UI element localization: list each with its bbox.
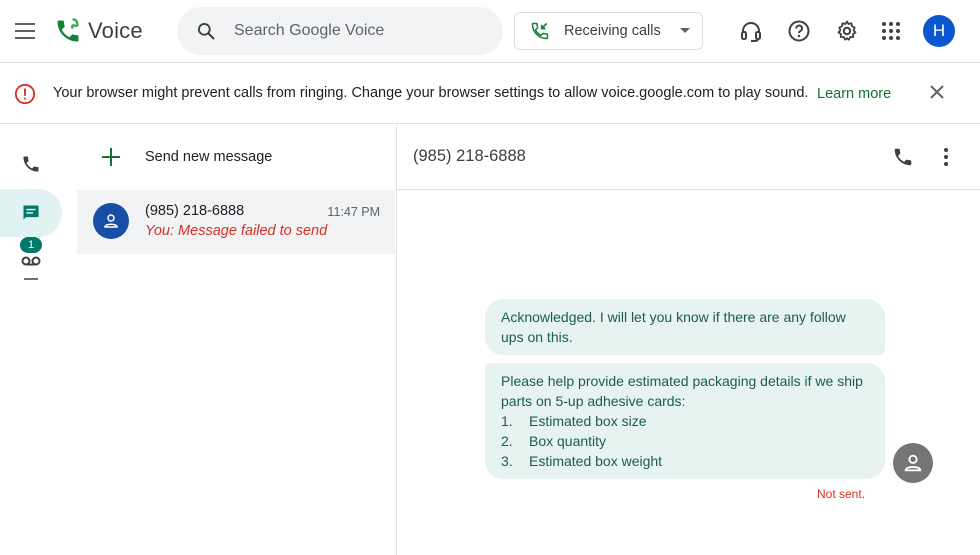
headset-icon [741, 22, 761, 42]
error-icon [14, 83, 36, 105]
list-text: Estimated box weight [529, 453, 663, 469]
settings-button[interactable] [832, 16, 862, 46]
search-bar[interactable] [177, 7, 503, 55]
list-number: 2. [501, 433, 513, 449]
voicemail-icon [21, 256, 41, 280]
receiving-calls-label: Receiving calls [564, 23, 661, 39]
main-menu-button[interactable] [8, 13, 44, 49]
account-avatar[interactable]: H [923, 15, 955, 47]
message-list-item: 2. Box quantity [501, 431, 869, 451]
incoming-call-icon [530, 21, 550, 41]
list-text: Estimated box size [529, 413, 647, 429]
more-vert-icon [944, 148, 948, 166]
message-bubble[interactable]: Please help provide estimated packaging … [485, 363, 885, 479]
dropdown-caret-icon [680, 28, 690, 33]
list-text: Box quantity [529, 433, 607, 449]
phone-icon [894, 148, 912, 166]
message-list: 1. Estimated box size 2. Box quantity 3. Es… [501, 411, 869, 471]
message-bubble[interactable]: Acknowledged. I will let you know if the… [485, 299, 885, 355]
browser-warning-banner: Your browser might prevent calls from ri… [0, 64, 980, 124]
conversation-time: 11:47 PM [327, 205, 380, 219]
contact-avatar [93, 203, 129, 239]
thread-header: (985) 218-6888 [397, 125, 980, 190]
support-button[interactable] [736, 16, 766, 46]
list-number: 1. [501, 413, 513, 429]
search-icon[interactable] [194, 19, 218, 43]
voice-logo-icon [57, 18, 79, 42]
close-banner-button[interactable] [925, 80, 949, 104]
app-name: Voice [88, 18, 143, 43]
apps-grid-icon [882, 22, 900, 40]
gear-icon [837, 20, 857, 41]
message-list-item: 1. Estimated box size [501, 411, 869, 431]
send-new-message-button[interactable]: Send new message [96, 140, 272, 174]
voice-logo[interactable]: Voice [54, 17, 143, 45]
message-list-item: 3. Estimated box weight [501, 451, 869, 471]
conversation-name: (985) 218-6888 [145, 203, 245, 219]
close-icon [930, 85, 944, 99]
learn-more-link[interactable]: Learn more [817, 86, 891, 102]
nav-calls[interactable] [0, 140, 62, 188]
more-options-button[interactable] [936, 143, 956, 171]
apps-button[interactable] [876, 16, 906, 46]
message-status: Not sent. [817, 487, 866, 501]
banner-message: Your browser might prevent calls from ri… [53, 85, 809, 101]
message-text: Acknowledged. I will let you know if the… [501, 309, 846, 345]
message-text: Please help provide estimated packaging … [501, 373, 863, 409]
plus-icon [96, 142, 126, 172]
search-input[interactable] [234, 22, 484, 40]
hamburger-menu-icon [15, 23, 35, 39]
phone-icon [23, 156, 39, 172]
conversation-list-item[interactable]: (985) 218-6888 11:47 PM You: Message fai… [77, 190, 395, 254]
person-icon [904, 454, 922, 472]
conversation-preview: You: Message failed to send [145, 223, 328, 239]
person-icon [104, 214, 118, 228]
send-new-message-label: Send new message [145, 149, 273, 165]
list-number: 3. [501, 453, 513, 469]
receiving-calls-dropdown[interactable]: Receiving calls [514, 12, 703, 50]
thread-title: (985) 218-6888 [413, 147, 526, 165]
nav-messages[interactable] [0, 189, 62, 237]
help-button[interactable] [784, 16, 814, 46]
message-icon [23, 205, 39, 220]
call-contact-button[interactable] [889, 143, 917, 171]
sender-avatar [893, 443, 933, 483]
nav-voicemail[interactable] [0, 250, 62, 290]
help-icon [788, 20, 810, 42]
top-bar: Voice Receiving calls H [0, 0, 980, 63]
